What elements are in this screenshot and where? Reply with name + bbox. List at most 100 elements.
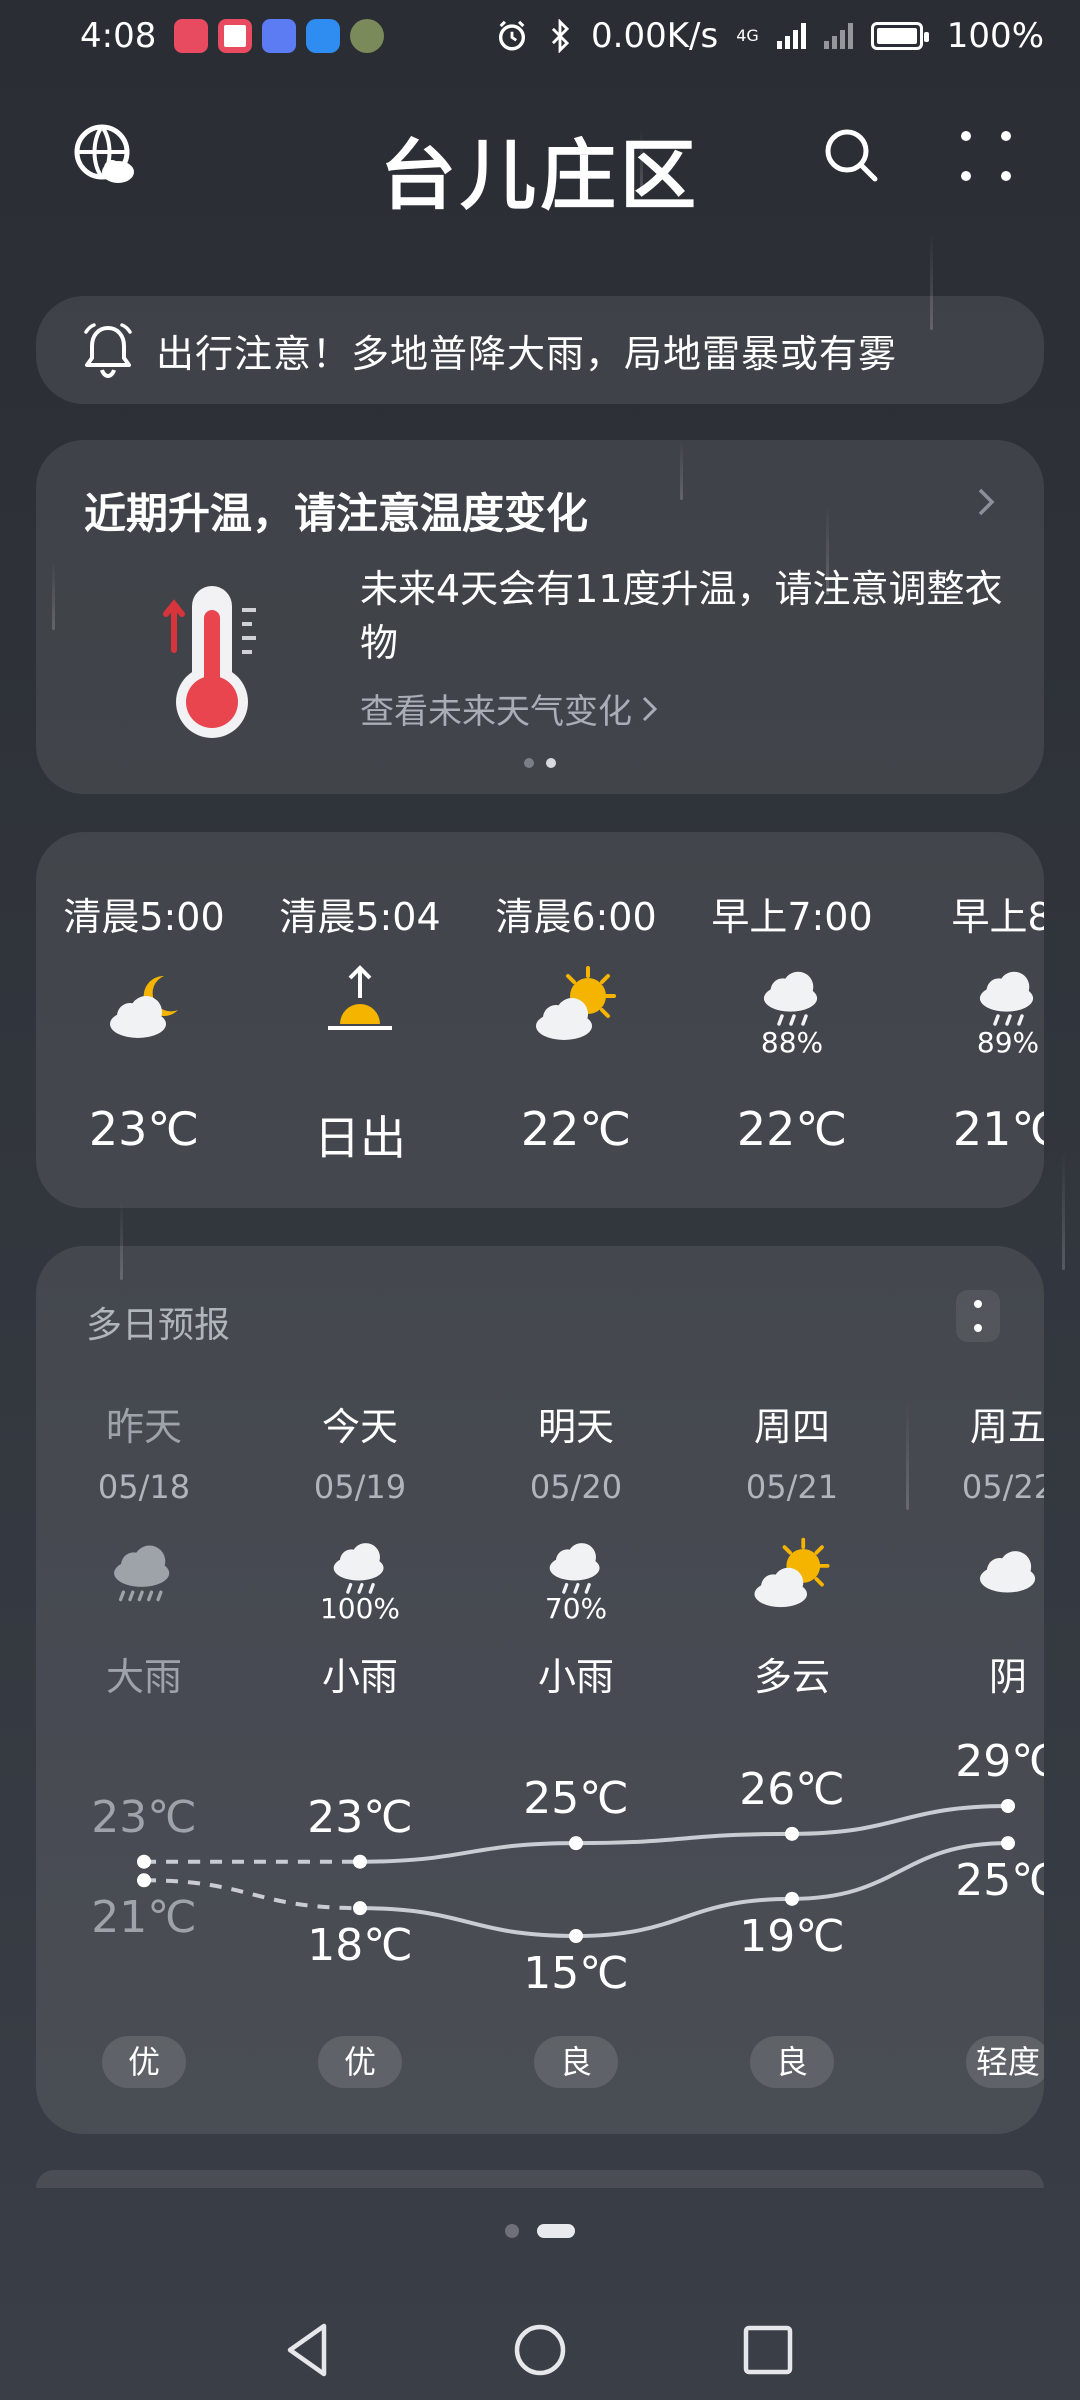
high-temp-point: [785, 1826, 799, 1841]
low-temp-point: [569, 1929, 583, 1943]
chevron-right-icon: [642, 696, 658, 721]
daily-title: 多日预报: [86, 1305, 231, 1346]
more-vertical-icon[interactable]: [956, 1290, 1000, 1342]
network-type: 4G: [736, 26, 759, 45]
aqi-badge: 优: [102, 2036, 186, 2088]
hourly-forecast-card[interactable]: 清晨5:00 23℃ 清晨5:04 日出 清晨6:00 22℃ 早上7:00 88% 22℃ 早上…: [36, 832, 1044, 1208]
daily-forecast-card[interactable]: 多日预报 昨天 05/18 大雨优 23℃ 21℃ 今天 05/19 100% 小雨优 23℃ 18…: [36, 1246, 1044, 2134]
thermometer-icon: [163, 586, 256, 738]
rain-streak: [1062, 1150, 1065, 1270]
tip-body: 未来4天会有11度升温，请注意调整衣物: [360, 567, 1003, 665]
alarm-icon: [499, 20, 526, 51]
sun-cloud-icon: [536, 966, 616, 1040]
temperature-tip-card[interactable]: 近期升温，请注意温度变化 未来4天会有11度升温，请注意调整衣物 查看未来天气变…: [36, 440, 1044, 794]
hour-temp: 22℃: [736, 1102, 848, 1156]
sunrise-icon: [328, 965, 392, 1030]
sun-cloud-icon: [754, 1537, 830, 1608]
search-icon[interactable]: [820, 124, 884, 188]
net-speed: 0.00K/s: [591, 16, 719, 56]
low-temp-label: 15℃: [523, 1948, 629, 1999]
battery-percent: 100%: [946, 16, 1044, 56]
home-icon[interactable]: [504, 2314, 576, 2386]
high-temp-line: [359, 1841, 577, 1864]
recents-icon[interactable]: [732, 2314, 804, 2386]
battery-icon: [870, 22, 929, 50]
low-temp-point: [137, 1873, 151, 1888]
day-condition: 多云: [753, 1655, 830, 1699]
tip-link-label: 查看未来天气变化: [360, 692, 632, 732]
rain-probability: 89%: [976, 1026, 1040, 1059]
low-temp-point: [353, 1901, 367, 1916]
tip-title: 近期升温，请注意温度变化: [84, 489, 589, 538]
alert-text: 出行注意！多地普降大雨，局地雷暴或有雾: [156, 331, 898, 376]
page-indicator: [0, 2224, 1080, 2238]
high-temp-label: 25℃: [523, 1773, 629, 1825]
bluetooth-icon: [551, 19, 570, 53]
rain-probability: 88%: [760, 1026, 824, 1059]
high-temp-label: 23℃: [91, 1791, 197, 1843]
browser-app-icon: [306, 19, 341, 53]
bell-icon: [84, 323, 132, 378]
aqi-badge: 良: [750, 2036, 834, 2088]
day-date: 05/20: [529, 1468, 623, 1506]
hour-time: 清晨5:00: [63, 895, 225, 939]
music-app-icon: [262, 19, 297, 53]
game-app-icon: [350, 19, 385, 53]
cloudy-icon: [979, 1551, 1036, 1593]
high-temp-label: 29℃: [955, 1736, 1044, 1787]
huawei-app-icon: [174, 19, 209, 53]
low-temp-point: [785, 1891, 799, 1906]
high-temp-point: [569, 1836, 583, 1851]
navigation-bar: [0, 2300, 1080, 2400]
weather-alert-banner[interactable]: 出行注意！多地普降大雨，局地雷暴或有雾: [36, 296, 1044, 404]
page-dot-active: [537, 2224, 575, 2238]
high-temp-label: 26℃: [739, 1763, 845, 1815]
high-temp-label: 23℃: [307, 1791, 413, 1843]
more-menu-icon[interactable]: [954, 124, 1018, 188]
hour-temp: 23℃: [88, 1102, 200, 1156]
hour-time: 早上7:00: [711, 895, 873, 939]
rain-probability: 70%: [544, 1592, 608, 1625]
low-temp-label: 21℃: [91, 1892, 197, 1944]
rain-probability: 100%: [319, 1592, 401, 1625]
next-card-edge: [36, 2170, 1044, 2188]
day-name: 周五: [969, 1405, 1044, 1449]
day-name: 周四: [753, 1405, 830, 1449]
day-condition: 小雨: [537, 1655, 614, 1699]
header: 台儿庄区: [0, 100, 1080, 220]
low-temp-label: 19℃: [739, 1910, 845, 1962]
aqi-badge: 轻度: [966, 2036, 1044, 2088]
high-temp-point: [1001, 1799, 1015, 1813]
battery-fill: [876, 28, 917, 44]
day-date: 05/18: [97, 1468, 191, 1506]
tip-pager-dot: [524, 758, 534, 768]
books-app-icon: [218, 19, 253, 53]
hour-time: 清晨5:04: [279, 895, 441, 939]
high-temp-point: [137, 1854, 151, 1869]
status-right: 0.00K/s 4G 100%: [495, 16, 1044, 56]
signal-icon: [776, 23, 806, 49]
low-temp-label: 25℃: [955, 1855, 1044, 1907]
moon-cloud-icon: [110, 975, 178, 1038]
hour-time: 清晨6:00: [495, 895, 657, 939]
day-name: 今天: [321, 1405, 398, 1449]
status-bar: 4:08 0.00K/s 4G 100%: [0, 0, 1080, 72]
hour-temp: 22℃: [520, 1102, 632, 1156]
aqi-badge: 优: [318, 2036, 402, 2088]
day-date: 05/19: [313, 1468, 407, 1506]
high-temp-line: [575, 1831, 793, 1846]
tip-pager-dot-active: [546, 758, 556, 768]
chevron-right-icon[interactable]: [972, 484, 1000, 520]
low-temp-point: [1001, 1836, 1015, 1851]
day-name: 明天: [537, 1405, 614, 1449]
back-icon[interactable]: [272, 2314, 344, 2386]
day-date: 05/22: [961, 1468, 1044, 1506]
heavy-rain-icon: [114, 1545, 170, 1602]
tip-pager: [36, 758, 1044, 768]
signal-2-icon: [823, 23, 853, 49]
day-name: 昨天: [105, 1405, 182, 1449]
high-temp-point: [353, 1854, 367, 1869]
tip-forecast-link[interactable]: 查看未来天气变化: [360, 684, 660, 733]
low-temp-label: 18℃: [307, 1920, 413, 1972]
status-time: 4:08: [80, 16, 157, 56]
